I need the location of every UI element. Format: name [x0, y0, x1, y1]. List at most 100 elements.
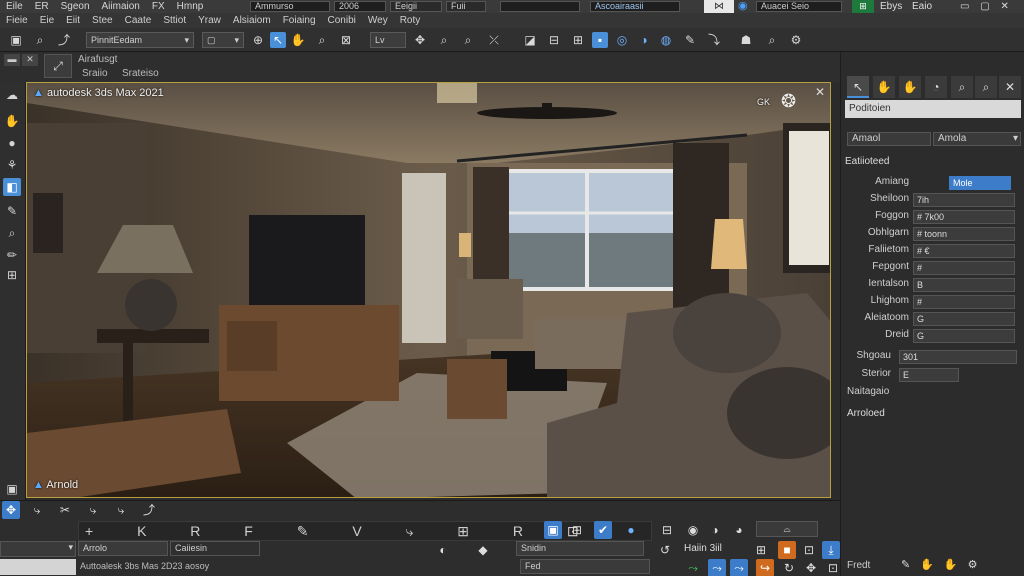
rollout-title[interactable]: Eatiioteed	[845, 156, 889, 167]
viewport-layout-icon[interactable]: ▣	[3, 480, 21, 498]
select-object-icon[interactable]: ↖	[270, 32, 286, 48]
viewcube-icon[interactable]: ❂	[781, 91, 811, 121]
display-icon[interactable]: ◧	[3, 178, 21, 196]
rollout-footer[interactable]: Arroloed	[847, 408, 885, 419]
render-search-icon[interactable]: ⌕	[764, 32, 780, 48]
move-key-icon[interactable]: ⤷	[84, 501, 102, 519]
max-script-icon[interactable]: ⤓	[822, 541, 840, 559]
cut-icon[interactable]: ✂	[56, 501, 74, 519]
next-frame-icon[interactable]: ⤳	[730, 559, 748, 576]
ribbon-label-3[interactable]: Srateiso	[122, 68, 159, 79]
auto-key-icon[interactable]: ■	[778, 541, 796, 559]
play-forward-icon[interactable]: ⤳	[708, 559, 726, 576]
param-value[interactable]: #	[913, 261, 1015, 275]
render-frame-icon[interactable]: ⚙	[788, 32, 804, 48]
menu-group[interactable]: Stee	[86, 15, 119, 26]
select-icon[interactable]: ✥	[2, 501, 20, 519]
top-field-4[interactable]: Fuii	[446, 1, 486, 12]
param-value[interactable]: # 7k00	[913, 210, 1015, 224]
bottom-field-1[interactable]: Arrolo	[78, 541, 168, 556]
window-crossing-icon[interactable]: ⊠	[338, 32, 354, 48]
search-icon[interactable]: ⌕	[314, 32, 330, 48]
viewcube-label[interactable]: GK	[757, 97, 770, 107]
tab-modify[interactable]: ✋	[873, 76, 895, 98]
param-value[interactable]: # €	[913, 244, 1015, 258]
mirror-icon[interactable]: ▪	[592, 32, 608, 48]
zoom-icon[interactable]: ⌕	[3, 224, 21, 242]
loop-icon[interactable]: ↻	[780, 559, 798, 576]
top-label-8[interactable]: Eaio	[912, 0, 932, 13]
menu-modifiers[interactable]: Sttiot	[157, 15, 192, 26]
light-icon[interactable]: ⚘	[3, 156, 21, 174]
select-region-icon[interactable]: ✋	[290, 32, 306, 48]
globe-icon[interactable]: ◉	[738, 0, 752, 13]
restore-icon[interactable]: ▢	[980, 1, 989, 12]
move-icon[interactable]: ✥	[412, 32, 428, 48]
tab-motion[interactable]: ◔	[925, 76, 947, 98]
key-mode-toggle-icon[interactable]: ↪	[756, 559, 774, 576]
param-value[interactable]: E	[899, 368, 959, 382]
tab-display[interactable]: ⌕	[951, 76, 973, 98]
sphere-icon[interactable]: ◑	[706, 521, 724, 539]
selection-set-dropdown[interactable]: PinnitEedam ▾	[86, 32, 194, 48]
material-editor-icon[interactable]: ⤵	[706, 32, 722, 48]
pan-icon[interactable]: ⊡	[824, 559, 842, 576]
cloud-icon[interactable]: ☁	[3, 86, 21, 104]
close-icon[interactable]: ✕	[815, 85, 825, 99]
menu-views[interactable]: Yraw	[192, 15, 227, 26]
panel-dropdown-1[interactable]: Amaol	[847, 132, 931, 146]
tab-hierarchy[interactable]: ✋	[899, 76, 921, 98]
maxscript-listener[interactable]	[0, 559, 76, 575]
schematic-icon[interactable]: ✎	[682, 32, 698, 48]
modifier-search-input[interactable]: Poditoien	[845, 100, 1021, 118]
menu-item-edit[interactable]: ER	[29, 1, 55, 12]
menu-graph[interactable]: Foiaing	[277, 15, 322, 26]
layer-dropdown[interactable]: ▾	[0, 541, 76, 557]
pivot-icon[interactable]: ⊕	[250, 32, 266, 48]
top-field-empty[interactable]	[500, 1, 580, 12]
tab-extra[interactable]: ✕	[999, 76, 1021, 98]
top-field-1[interactable]: Ammurso	[250, 1, 330, 12]
render-mode-dropdown[interactable]: ⌓	[756, 521, 818, 537]
top-label-7[interactable]: Ebys	[880, 0, 902, 13]
window-controls[interactable]: ▭ ▢ ✕	[960, 0, 1024, 13]
timeline-track[interactable]: + K R F ✎ V ⤷ ⊞ R ⊡ B ⊕ ⊠	[78, 521, 652, 557]
menu-item-animation[interactable]: Aiimaion	[96, 1, 146, 12]
graph-icon[interactable]: ⊟	[658, 521, 676, 539]
tools-icon[interactable]: ⊞	[3, 266, 21, 284]
diamond-icon[interactable]: ◆	[474, 541, 492, 559]
link-icon[interactable]: ⤴	[140, 501, 158, 519]
close-icon[interactable]: ✕	[1000, 1, 1008, 12]
scale-icon[interactable]: ⌕	[460, 32, 476, 48]
zoom-icon[interactable]: ⌕	[32, 32, 48, 48]
bottom-field-3[interactable]: Snidin	[516, 541, 644, 556]
menu-item-file[interactable]: Eile	[0, 1, 29, 12]
menu-edit[interactable]: Eie	[34, 15, 60, 26]
brush-icon[interactable]: ✏	[3, 246, 21, 264]
menu-item-help[interactable]: Hmnp	[171, 1, 210, 12]
bottom-field-2[interactable]: Caiiesin	[170, 541, 260, 556]
param-value[interactable]: G	[913, 312, 1015, 326]
align-icon[interactable]: ◎	[614, 32, 630, 48]
menu-animation[interactable]: Alsiaiom	[227, 15, 277, 26]
menu-create[interactable]: Caate	[119, 15, 158, 26]
set-key-icon[interactable]: ✔	[594, 521, 612, 539]
undo-icon[interactable]: ▣	[8, 32, 24, 48]
key-icon[interactable]: ⤷	[28, 501, 46, 519]
param-value[interactable]: B	[913, 278, 1015, 292]
menu-rendering[interactable]: Conibi	[322, 15, 362, 26]
shading-icon[interactable]: ◕	[730, 521, 748, 539]
param-value[interactable]: Mole	[949, 176, 1011, 190]
panel-bottom-tools[interactable]: ✎✋✋⚙	[901, 558, 1021, 572]
paint-icon[interactable]: ✎	[3, 202, 21, 220]
minimize-icon[interactable]: ▭	[960, 1, 969, 12]
snap-icon[interactable]: ⤫	[486, 32, 502, 48]
top-field-3[interactable]: Eeigii	[390, 1, 442, 12]
layer-icon[interactable]: ◑	[636, 32, 652, 48]
play-icon[interactable]: ⤳	[684, 559, 702, 576]
menu-item-fx[interactable]: FX	[146, 1, 171, 12]
param-value[interactable]: G	[913, 329, 1015, 343]
rotate-icon[interactable]: ⌕	[436, 32, 452, 48]
view-dropdown[interactable]: ▢ ▾	[202, 32, 244, 48]
curve-editor-icon[interactable]: ◍	[658, 32, 674, 48]
